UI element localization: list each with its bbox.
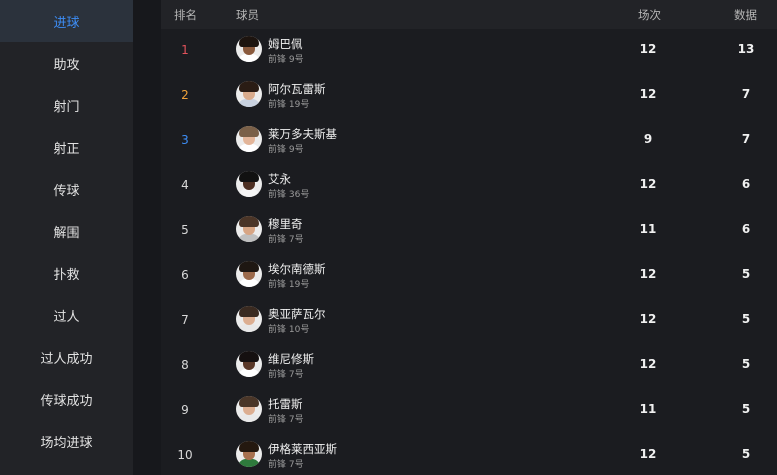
player-avatar (236, 126, 262, 152)
appearances-value: 9 (643, 132, 653, 146)
player-name[interactable]: 姆巴佩 (268, 36, 303, 52)
table-row[interactable]: 9 托雷斯前锋 7号 11 5 (161, 388, 777, 433)
rank-number: 1 (181, 43, 189, 57)
player-name[interactable]: 艾永 (268, 171, 291, 187)
leaderboard-table: 排名 球员 场次 数据 1 姆巴佩 前锋 9号 12 13 2 阿尔瓦雷斯 前锋 19号 12 7… (161, 0, 777, 475)
player-name[interactable]: 阿尔瓦雷斯 (268, 81, 326, 97)
player-name[interactable]: 托雷斯 (268, 396, 303, 412)
table-row[interactable]: 6 埃尔南德斯前锋 19号 12 5 (161, 253, 777, 298)
rank-number: 9 (181, 403, 189, 417)
player-name[interactable]: 莱万多夫斯基 (268, 126, 337, 142)
appearances-value: 12 (639, 357, 657, 371)
stat-value: 5 (741, 312, 751, 326)
table-row[interactable]: 4 艾永前锋 36号 12 6 (161, 163, 777, 208)
stat-value: 7 (741, 87, 751, 101)
appearances-value: 11 (639, 222, 657, 236)
player-name[interactable]: 埃尔南德斯 (268, 261, 326, 277)
rank-number: 10 (177, 448, 193, 462)
sidebar-item-2[interactable]: 射门 (0, 84, 133, 126)
player-position: 前锋 7号 (268, 415, 304, 425)
table-row[interactable]: 5 穆里奇前锋 7号 11 6 (161, 208, 777, 253)
appearances-value: 12 (639, 177, 657, 191)
player-position: 前锋 9号 (268, 55, 304, 65)
player-position: 前锋 7号 (268, 235, 304, 245)
player-position: 前锋 7号 (268, 460, 304, 470)
sidebar-item-0[interactable]: 进球 (0, 0, 133, 42)
header-apps: 场次 (638, 8, 661, 22)
player-avatar (236, 36, 262, 62)
sidebar-item-1[interactable]: 助攻 (0, 42, 133, 84)
sidebar-item-10[interactable]: 场均进球 (0, 420, 133, 462)
appearances-value: 12 (639, 42, 657, 56)
stat-value: 5 (741, 267, 751, 281)
header-player: 球员 (236, 8, 259, 22)
player-position: 前锋 9号 (268, 145, 304, 155)
stat-value: 6 (741, 177, 751, 191)
rank-number: 2 (181, 88, 189, 102)
sidebar-item-5[interactable]: 解围 (0, 210, 133, 252)
rank-number: 8 (181, 358, 189, 372)
header-stat: 数据 (734, 8, 757, 22)
player-avatar (236, 81, 262, 107)
sidebar-item-6[interactable]: 扑救 (0, 252, 133, 294)
table-row[interactable]: 7 奥亚萨瓦尔前锋 10号 12 5 (161, 298, 777, 343)
appearances-value: 12 (639, 87, 657, 101)
player-position: 前锋 7号 (268, 370, 304, 380)
table-row[interactable]: 10 伊格莱西亚斯前锋 7号 12 5 (161, 433, 777, 475)
rank-number: 6 (181, 268, 189, 282)
player-name[interactable]: 奥亚萨瓦尔 (268, 306, 326, 322)
rank-number: 4 (181, 178, 189, 192)
table-row[interactable]: 1 姆巴佩前锋 9号 12 13 (161, 28, 777, 73)
player-avatar (236, 261, 262, 287)
player-avatar (236, 306, 262, 332)
rank-number: 5 (181, 223, 189, 237)
stat-value: 5 (741, 447, 751, 461)
stat-value: 5 (741, 357, 751, 371)
player-avatar (236, 171, 262, 197)
header-rank: 排名 (174, 8, 197, 22)
table-row[interactable]: 3 莱万多夫斯基前锋 9号 9 7 (161, 118, 777, 163)
table-row[interactable]: 8 维尼修斯前锋 7号 12 5 (161, 343, 777, 388)
stat-value: 6 (741, 222, 751, 236)
sidebar-item-4[interactable]: 传球 (0, 168, 133, 210)
appearances-value: 11 (639, 402, 657, 416)
player-avatar (236, 216, 262, 242)
player-name[interactable]: 维尼修斯 (268, 351, 314, 367)
stat-value: 7 (741, 132, 751, 146)
player-avatar (236, 396, 262, 422)
rank-number: 7 (181, 313, 189, 327)
sidebar-item-7[interactable]: 过人 (0, 294, 133, 336)
appearances-value: 12 (639, 447, 657, 461)
appearances-value: 12 (639, 312, 657, 326)
stat-value: 13 (737, 42, 755, 56)
table-header: 排名 球员 场次 数据 (161, 0, 777, 29)
player-avatar (236, 441, 262, 467)
stat-value: 5 (741, 402, 751, 416)
appearances-value: 12 (639, 267, 657, 281)
player-position: 前锋 10号 (268, 325, 310, 335)
sidebar-item-8[interactable]: 过人成功 (0, 336, 133, 378)
rank-number: 3 (181, 133, 189, 147)
sidebar-item-3[interactable]: 射正 (0, 126, 133, 168)
sidebar-item-9[interactable]: 传球成功 (0, 378, 133, 420)
player-name[interactable]: 穆里奇 (268, 216, 303, 232)
player-avatar (236, 351, 262, 377)
table-row[interactable]: 2 阿尔瓦雷斯前锋 19号 12 7 (161, 73, 777, 118)
player-position: 前锋 19号 (268, 100, 310, 110)
stat-category-sidebar: 进球 助攻 射门 射正 传球 解围 扑救 过人 过人成功 传球成功 场均进球 (0, 0, 133, 475)
player-position: 前锋 36号 (268, 190, 310, 200)
player-name[interactable]: 伊格莱西亚斯 (268, 441, 337, 457)
player-position: 前锋 19号 (268, 280, 310, 290)
